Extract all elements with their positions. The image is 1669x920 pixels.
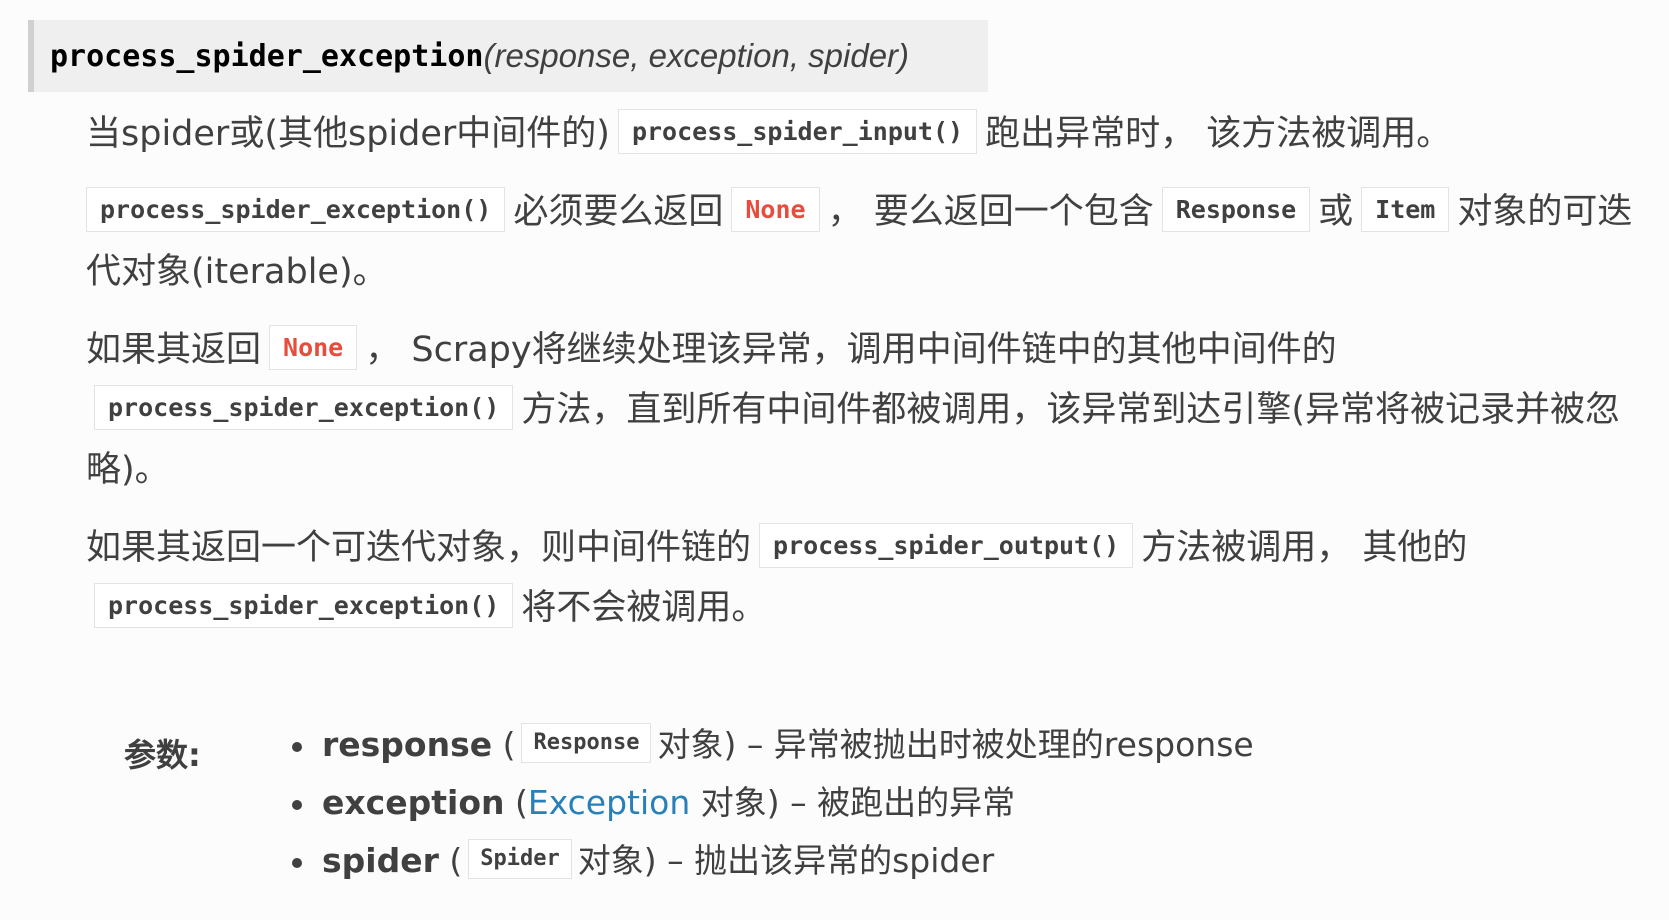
inline-code: Response	[1161, 186, 1311, 232]
exception-type-link[interactable]: Exception	[528, 783, 690, 822]
paragraph-text: 将不会被调用。	[521, 588, 767, 628]
inline-code: process_spider_output()	[759, 522, 1134, 568]
paragraph-text: 或	[1318, 192, 1354, 232]
parameter-item: spider (Spider 对象) – 抛出该异常的spider	[292, 832, 1254, 890]
parameters-label: 参数:	[124, 736, 201, 774]
parameter-paren: (	[504, 783, 528, 822]
paragraph-text: ， Scrapy将继续处理该异常，调用中间件链中的其他中间件的	[365, 330, 1337, 370]
parameter-paren: (	[492, 725, 516, 764]
paragraph-text: 当spider或(其他spider中间件的)	[86, 114, 610, 154]
method-name: process_spider_exception	[50, 38, 484, 74]
method-params: (response, exception, spider)	[483, 37, 910, 74]
inline-code-none: None	[269, 324, 358, 370]
parameter-description: 对象) – 被跑出的异常	[690, 783, 1016, 822]
inline-code: process_spider_exception()	[94, 582, 514, 628]
parameter-name: response	[322, 725, 493, 764]
paragraph-3: 如果其返回 None， Scrapy将继续处理该异常，调用中间件链中的其他中间件的…	[86, 320, 1646, 500]
method-signature: process_spider_exception (response, excep…	[28, 20, 988, 92]
paragraph-text: 如果其返回	[86, 330, 262, 370]
inline-code: Item	[1361, 186, 1450, 232]
inline-code: process_spider_exception()	[86, 186, 506, 232]
method-description: 当spider或(其他spider中间件的) process_spider_inp…	[86, 104, 1646, 656]
paragraph-2: process_spider_exception() 必须要么返回 None， 要么…	[86, 182, 1646, 302]
paragraph-text: 如果其返回一个可迭代对象，则中间件链的	[86, 528, 752, 568]
paragraph-text: 方法被调用， 其他的	[1141, 528, 1468, 568]
inline-code: process_spider_input()	[617, 108, 978, 154]
parameter-name: spider	[322, 841, 439, 880]
parameter-description: 对象) – 异常被抛出时被处理的response	[657, 725, 1254, 764]
inline-code: process_spider_exception()	[94, 384, 514, 430]
parameter-item: response (Response 对象) – 异常被抛出时被处理的respon…	[292, 716, 1254, 774]
parameter-type: Spider	[468, 838, 572, 879]
parameter-item: exception (Exception 对象) – 被跑出的异常	[292, 774, 1254, 832]
parameters-list: response (Response 对象) – 异常被抛出时被处理的respon…	[292, 716, 1254, 890]
parameter-type: Response	[521, 722, 652, 763]
paragraph-1: 当spider或(其他spider中间件的) process_spider_inp…	[86, 104, 1646, 164]
inline-code-none: None	[731, 186, 820, 232]
parameter-description: 对象) – 抛出该异常的spider	[577, 841, 995, 880]
parameter-name: exception	[322, 783, 505, 822]
paragraph-4: 如果其返回一个可迭代对象，则中间件链的 process_spider_output…	[86, 518, 1646, 638]
parameter-paren: (	[438, 841, 463, 880]
paragraph-text: 必须要么返回	[513, 192, 724, 232]
paragraph-text: 跑出异常时， 该方法被调用。	[985, 114, 1452, 154]
paragraph-text: ， 要么返回一个包含	[827, 192, 1154, 232]
